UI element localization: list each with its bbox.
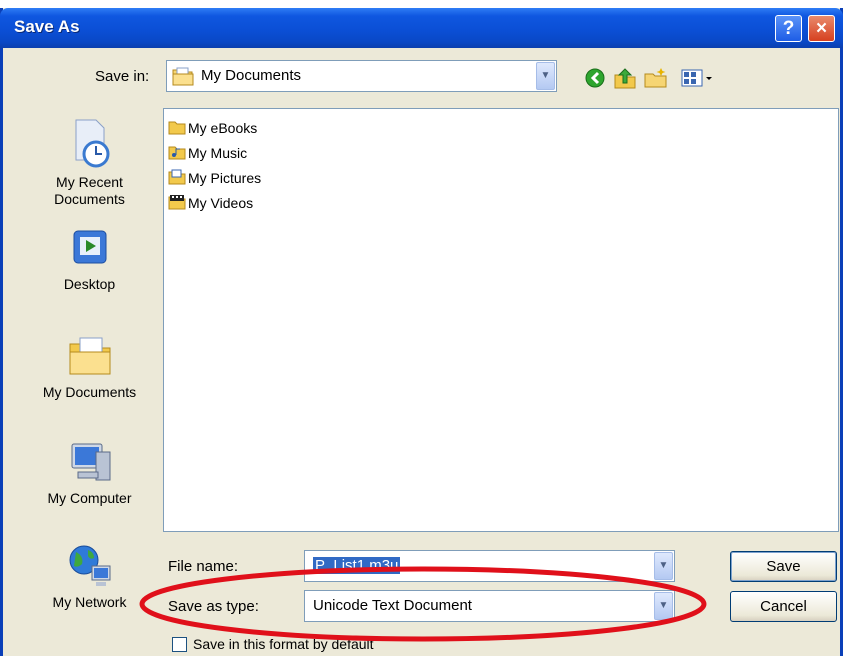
save-in-label: Save in: [95,68,150,85]
file-name-label: My Music [188,145,248,161]
my-network-icon [69,545,110,586]
chevron-down-icon[interactable]: ▼ [536,62,555,90]
close-button[interactable]: × [808,15,835,42]
dialog-title: Save As [14,17,80,36]
file-list[interactable]: My eBooks My Music My Pictures My Videos [163,108,839,532]
default-format-checkbox[interactable] [172,637,187,652]
title-bar[interactable]: Save As ? × [0,8,843,48]
chevron-down-icon[interactable]: ▼ [654,552,673,580]
places-item-my-documents[interactable]: My Documents [27,332,152,401]
my-documents-icon [69,337,110,375]
back-icon[interactable] [583,66,609,90]
file-name-value: P_List1.m3u [313,557,401,574]
music-folder-icon [168,146,186,160]
my-documents-folder-icon [172,67,194,86]
videos-folder-icon [168,195,186,210]
help-button[interactable]: ? [775,15,802,42]
file-name-label: My eBooks [188,120,258,136]
save-as-type-value: Unicode Text Document [313,597,472,614]
save-in-value: My Documents [201,67,302,84]
file-name-label: File name: [168,558,239,575]
places-item-desktop[interactable]: Desktop [27,228,152,293]
cancel-button[interactable]: Cancel [730,591,837,622]
views-menu-icon[interactable] [680,66,720,90]
save-button[interactable]: Save [730,551,837,582]
places-label: My Computer [47,490,132,506]
places-label: My Documents [42,384,137,400]
save-as-type-dropdown[interactable]: Unicode Text Document ▼ [304,590,675,622]
desktop-icon [73,230,106,264]
places-item-my-computer[interactable]: My Computer [27,438,152,507]
file-name-field[interactable]: P_List1.m3u ▼ [304,550,675,582]
chevron-down-icon[interactable]: ▼ [654,592,673,620]
recent-documents-icon [75,119,109,168]
my-computer-icon [71,443,110,481]
pictures-folder-icon [168,169,186,185]
up-folder-icon[interactable] [612,66,638,90]
file-name-label: My Videos [188,195,254,211]
places-bar: My Recent Documents Desktop My Documents… [27,102,152,622]
save-as-type-label: Save as type: [168,598,259,615]
places-label: My Recent Documents [54,174,125,207]
places-label: My Network [52,594,127,610]
new-folder-icon[interactable] [643,66,669,90]
file-name-label: My Pictures [188,170,262,186]
save-in-dropdown[interactable]: My Documents ▼ [166,60,557,92]
default-format-label: Save in this format by default [193,636,374,652]
places-item-my-network[interactable]: My Network [27,542,152,611]
places-item-recent[interactable]: My Recent Documents [27,116,152,208]
folder-icon [168,121,186,135]
places-label: Desktop [63,276,116,292]
